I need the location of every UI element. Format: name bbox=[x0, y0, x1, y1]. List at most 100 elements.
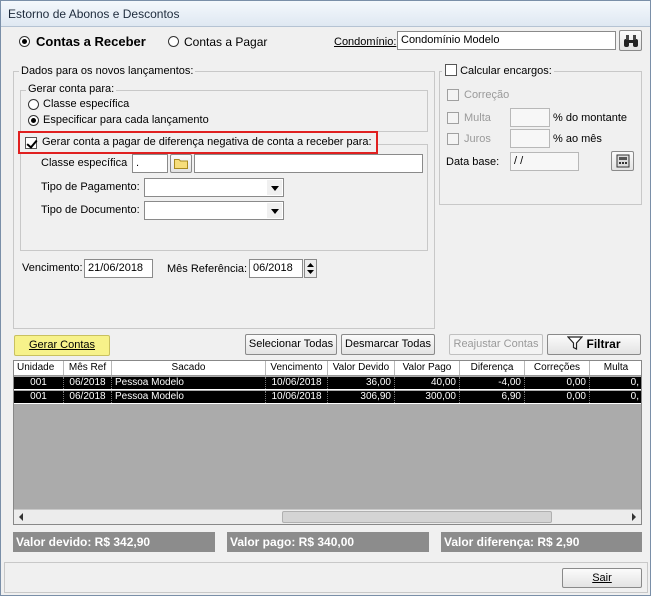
data-base-calendar-button[interactable] bbox=[611, 151, 634, 171]
cell-correcoes: 0,00 bbox=[525, 377, 590, 389]
label-classe-especifica-opt[interactable]: Classe específica bbox=[43, 98, 129, 110]
juros-label: Juros bbox=[464, 133, 491, 145]
radio-contas-receber[interactable] bbox=[19, 36, 30, 47]
classe-code-field[interactable]: . bbox=[132, 154, 168, 173]
scroll-thumb[interactable] bbox=[282, 511, 552, 523]
sair-label: Sair bbox=[592, 572, 612, 584]
scroll-right-icon[interactable] bbox=[626, 510, 641, 524]
col-header[interactable]: Correções bbox=[525, 361, 590, 375]
cell-unidade: 001 bbox=[14, 377, 64, 389]
condominio-search-button[interactable] bbox=[619, 30, 642, 51]
table-row[interactable]: 001 06/2018 Pessoa Modelo 10/06/2018 306… bbox=[14, 391, 641, 404]
total-diferenca: Valor diferença: R$ 2,90 bbox=[441, 532, 642, 552]
label-contas-receber[interactable]: Contas a Receber bbox=[36, 34, 146, 49]
footer-panel bbox=[4, 562, 648, 593]
cell-correcoes: 0,00 bbox=[525, 391, 590, 403]
cell-valor-pago: 40,00 bbox=[395, 377, 460, 389]
scroll-left-icon[interactable] bbox=[14, 510, 29, 524]
mes-ref-label: Mês Referência: bbox=[167, 263, 248, 275]
col-header[interactable]: Unidade bbox=[14, 361, 64, 375]
multa-field[interactable] bbox=[510, 108, 550, 127]
cell-mes-ref: 06/2018 bbox=[64, 377, 112, 389]
mes-ref-field[interactable]: 06/2018 bbox=[249, 259, 303, 278]
multa-label: Multa bbox=[464, 112, 491, 124]
checkbox-gerar-negativa[interactable] bbox=[25, 137, 37, 149]
calculator-icon bbox=[616, 154, 629, 168]
grid-scrollbar[interactable] bbox=[14, 509, 641, 524]
sair-button[interactable]: Sair bbox=[562, 568, 642, 588]
cell-unidade: 001 bbox=[14, 391, 64, 403]
correcao-label: Correção bbox=[464, 89, 510, 101]
cell-diferenca: 6,90 bbox=[460, 391, 525, 403]
checkbox-correcao[interactable] bbox=[447, 89, 459, 101]
col-header[interactable]: Multa bbox=[590, 361, 641, 375]
encargos-label[interactable]: Calcular encargos: bbox=[460, 65, 552, 77]
data-base-field[interactable]: / / bbox=[510, 152, 579, 171]
total-pago: Valor pago: R$ 340,00 bbox=[227, 532, 429, 552]
folder-icon bbox=[174, 159, 188, 169]
cell-multa: 0, bbox=[590, 391, 641, 403]
window-title: Estorno de Abonos e Descontos bbox=[8, 7, 180, 21]
selecionar-todas-button[interactable]: Selecionar Todas bbox=[245, 334, 337, 355]
col-header[interactable]: Diferença bbox=[460, 361, 525, 375]
condominio-field[interactable]: Condomínio Modelo bbox=[397, 31, 616, 50]
col-header[interactable]: Valor Pago bbox=[395, 361, 460, 375]
table-row[interactable]: 001 06/2018 Pessoa Modelo 10/06/2018 36,… bbox=[14, 377, 641, 390]
total-devido: Valor devido: R$ 342,90 bbox=[13, 532, 215, 552]
radio-especificar-cada[interactable] bbox=[28, 115, 39, 126]
label-especificar-cada[interactable]: Especificar para cada lançamento bbox=[43, 114, 209, 126]
grid-header: Unidade Mês Ref Sacado Vencimento Valor … bbox=[14, 361, 641, 376]
col-header[interactable]: Vencimento bbox=[266, 361, 328, 375]
cell-sacado: Pessoa Modelo bbox=[112, 377, 266, 389]
filter-icon bbox=[567, 336, 584, 350]
spin-arrows-icon bbox=[307, 263, 314, 274]
cell-valor-devido: 36,00 bbox=[328, 377, 395, 389]
multa-suffix: % do montante bbox=[553, 112, 627, 124]
novos-group-label: Dados para os novos lançamentos: bbox=[19, 65, 196, 77]
checkbox-juros[interactable] bbox=[447, 133, 459, 145]
cell-valor-devido: 306,90 bbox=[328, 391, 395, 403]
radio-classe-especifica[interactable] bbox=[28, 99, 39, 110]
results-grid: Unidade Mês Ref Sacado Vencimento Valor … bbox=[13, 360, 642, 525]
col-header[interactable]: Sacado bbox=[112, 361, 266, 375]
filtrar-label: Filtrar bbox=[586, 337, 621, 351]
col-header[interactable]: Mês Ref bbox=[64, 361, 112, 375]
tipo-pagamento-select[interactable] bbox=[144, 178, 284, 197]
tipo-documento-select[interactable] bbox=[144, 201, 284, 220]
mes-ref-spinner[interactable] bbox=[304, 259, 317, 278]
desmarcar-todas-button[interactable]: Desmarcar Todas bbox=[341, 334, 435, 355]
classe-especifica-label: Classe específica bbox=[41, 157, 128, 169]
filtrar-button[interactable]: Filtrar bbox=[547, 334, 641, 355]
binoculars-icon bbox=[623, 35, 638, 47]
data-base-label: Data base: bbox=[446, 156, 500, 168]
main-window: Estorno de Abonos e Descontos Contas a R… bbox=[0, 0, 651, 596]
classe-folder-button[interactable] bbox=[170, 154, 192, 173]
chevron-down-icon[interactable] bbox=[267, 203, 282, 218]
encargos-header: Calcular encargos: bbox=[442, 64, 554, 77]
tipo-documento-label: Tipo de Documento: bbox=[41, 204, 140, 216]
reajustar-contas-button[interactable]: Reajustar Contas bbox=[449, 334, 543, 355]
label-contas-pagar[interactable]: Contas a Pagar bbox=[184, 35, 267, 49]
classe-name-field[interactable] bbox=[194, 154, 423, 173]
tipo-pagamento-label: Tipo de Pagamento: bbox=[41, 181, 140, 193]
cell-multa: 0, bbox=[590, 377, 641, 389]
cell-vencimento: 10/06/2018 bbox=[266, 377, 328, 389]
cell-sacado: Pessoa Modelo bbox=[112, 391, 266, 403]
juros-suffix: % ao mês bbox=[553, 133, 602, 145]
vencimento-field[interactable]: 21/06/2018 bbox=[84, 259, 153, 278]
gerar-contas-label: Gerar Contas bbox=[28, 339, 96, 351]
vencimento-label: Vencimento: bbox=[22, 262, 83, 274]
radio-contas-pagar[interactable] bbox=[168, 36, 179, 47]
cell-vencimento: 10/06/2018 bbox=[266, 391, 328, 403]
chevron-down-icon[interactable] bbox=[267, 180, 282, 195]
cell-mes-ref: 06/2018 bbox=[64, 391, 112, 403]
gerar-conta-label: Gerar conta para: bbox=[26, 83, 117, 95]
checkbox-calcular-encargos[interactable] bbox=[445, 64, 457, 76]
gerar-contas-button[interactable]: Gerar Contas bbox=[14, 335, 110, 356]
label-gerar-negativa[interactable]: Gerar conta a pagar de diferença negativ… bbox=[42, 136, 372, 148]
col-header[interactable]: Valor Devido bbox=[328, 361, 395, 375]
checkbox-multa[interactable] bbox=[447, 112, 459, 124]
juros-field[interactable] bbox=[510, 129, 550, 148]
cell-valor-pago: 300,00 bbox=[395, 391, 460, 403]
title-bar: Estorno de Abonos e Descontos bbox=[1, 1, 650, 27]
